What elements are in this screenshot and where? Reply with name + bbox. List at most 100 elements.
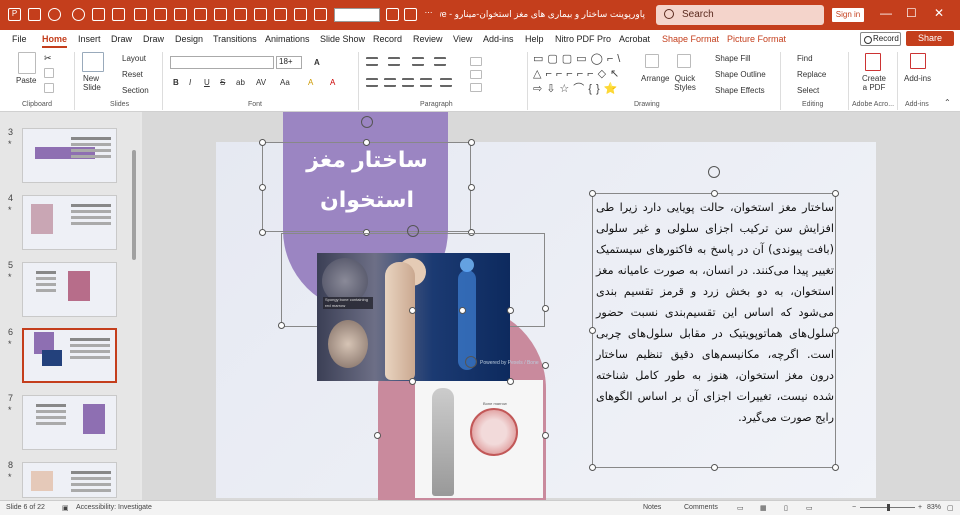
text-shadow-button[interactable]: ab [236,78,245,87]
align-center-icon[interactable] [384,78,396,87]
replace-button[interactable]: Replace [797,70,826,79]
sign-in-button[interactable]: Sign in [832,8,864,22]
tab-shape-format[interactable]: Shape Format [662,34,719,44]
share-button[interactable]: Share [906,31,954,46]
create-pdf-button[interactable]: Create a PDF [860,74,888,92]
tab-nitro-pdf[interactable]: Nitro PDF Pro [555,34,611,44]
resize-handle[interactable] [589,327,596,334]
undo-icon[interactable] [48,8,61,21]
align-right-icon[interactable] [402,78,414,87]
resize-handle[interactable] [507,307,514,314]
slide-sorter-icon[interactable]: ▦ [760,504,767,512]
shape-outline-button[interactable]: Shape Outline [715,70,766,79]
strikethrough-button[interactable]: S [220,78,225,87]
spelling-status-icon[interactable]: ▣ [62,504,69,512]
search-box[interactable]: Search [656,5,824,25]
present-icon[interactable] [92,8,105,21]
normal-view-icon[interactable]: ▭ [737,504,744,512]
tab-add-ins[interactable]: Add-ins [483,34,514,44]
new-slide-button[interactable]: New Slide [83,74,105,92]
resize-handle[interactable] [278,322,285,329]
send-icon[interactable] [404,8,417,21]
shape-fill-button[interactable]: Shape Fill [715,54,751,63]
resize-handle[interactable] [832,464,839,471]
draw-table-icon[interactable] [134,8,147,21]
zoom-out-button[interactable]: − [852,504,856,511]
redo-icon[interactable] [72,8,85,21]
resize-handle[interactable] [832,190,839,197]
format-painter-icon[interactable] [254,8,267,21]
select-button[interactable]: Select [797,86,819,95]
copy-icon[interactable] [44,68,54,78]
columns-icon[interactable] [440,78,452,87]
rotate-handle-icon[interactable] [708,166,720,178]
resize-handle[interactable] [711,190,718,197]
reading-view-icon[interactable]: ▯ [784,504,788,512]
resize-handle[interactable] [259,139,266,146]
format-painter-button[interactable] [44,83,54,93]
resize-handle[interactable] [409,378,416,385]
align-text-icon[interactable] [470,70,482,79]
shapes-gallery[interactable]: ▭▢▢▭◯⌐\ △⌐⌐⌐⌐⌐◇↖ ⇨⇩☆⌒{}⭐ [533,52,627,98]
italic-button[interactable]: I [189,78,191,87]
arrange-button[interactable]: Arrange [641,74,669,83]
tab-transitions[interactable]: Transitions [213,34,257,44]
collapse-ribbon-icon[interactable]: ⌃ [944,98,951,107]
tab-help[interactable]: Help [525,34,544,44]
customize-qat-icon[interactable]: ⋯ [422,8,435,21]
accessibility-status[interactable]: Accessibility: Investigate [76,504,152,511]
font-family-dropdown[interactable] [170,56,274,69]
resize-handle[interactable] [542,362,549,369]
resize-handle[interactable] [259,229,266,236]
quick-print-icon[interactable] [194,8,207,21]
shapes-icon[interactable] [294,8,307,21]
slide-thumbnail-5[interactable] [22,262,117,317]
resize-handle[interactable] [363,139,370,146]
grid-view-icon[interactable] [112,8,125,21]
new-file-icon[interactable] [154,8,167,21]
change-case-button[interactable]: Aa [280,78,290,87]
align-icon[interactable] [314,8,327,21]
resize-handle[interactable] [374,432,381,439]
thumbnail-scrollbar[interactable] [132,150,136,260]
align-left-icon[interactable] [366,78,378,87]
resize-handle[interactable] [589,464,596,471]
slide-thumbnail-3[interactable] [22,128,117,183]
zoom-level[interactable]: 83% [927,504,941,511]
layout-button[interactable]: Layout [122,54,146,63]
justify-icon[interactable] [420,78,432,87]
shape-effects-button[interactable]: Shape Effects [715,86,765,95]
tab-draw-2[interactable]: Draw [143,34,164,44]
tab-acrobat[interactable]: Acrobat [619,34,650,44]
char-spacing-button[interactable]: AV [256,78,266,87]
fit-slide-icon[interactable]: ▢ [947,504,954,512]
maximize-button[interactable]: ☐ [906,6,917,20]
resize-handle[interactable] [507,378,514,385]
add-ins-button[interactable]: Add-ins [904,74,931,83]
tab-slide-show[interactable]: Slide Show [320,34,365,44]
font-color-button[interactable]: A [330,78,335,87]
slide-thumbnail-7[interactable] [22,395,117,450]
reset-button[interactable]: Reset [122,70,143,79]
quick-styles-button[interactable]: Quick Styles [672,74,698,92]
resize-handle[interactable] [589,190,596,197]
tab-review[interactable]: Review [413,34,443,44]
tab-design[interactable]: Design [175,34,203,44]
rotate-handle-icon[interactable] [361,116,373,128]
resize-handle[interactable] [468,184,475,191]
text-direction-icon[interactable] [470,57,482,66]
paste-button[interactable]: Paste [16,76,36,85]
resize-handle[interactable] [542,305,549,312]
slide-thumbnail-4[interactable] [22,195,117,250]
smartart-icon[interactable] [470,83,482,92]
rotate-handle-icon[interactable] [407,225,419,237]
find-button[interactable]: Find [797,54,813,63]
zoom-slider-thumb[interactable] [887,504,890,511]
table-icon[interactable] [274,8,287,21]
save-icon[interactable] [28,8,41,21]
bullets-icon[interactable] [366,57,378,66]
resize-handle[interactable] [711,464,718,471]
highlight-button[interactable]: A [308,78,313,87]
tab-picture-format[interactable]: Picture Format [727,34,786,44]
spelling-icon[interactable] [234,8,247,21]
